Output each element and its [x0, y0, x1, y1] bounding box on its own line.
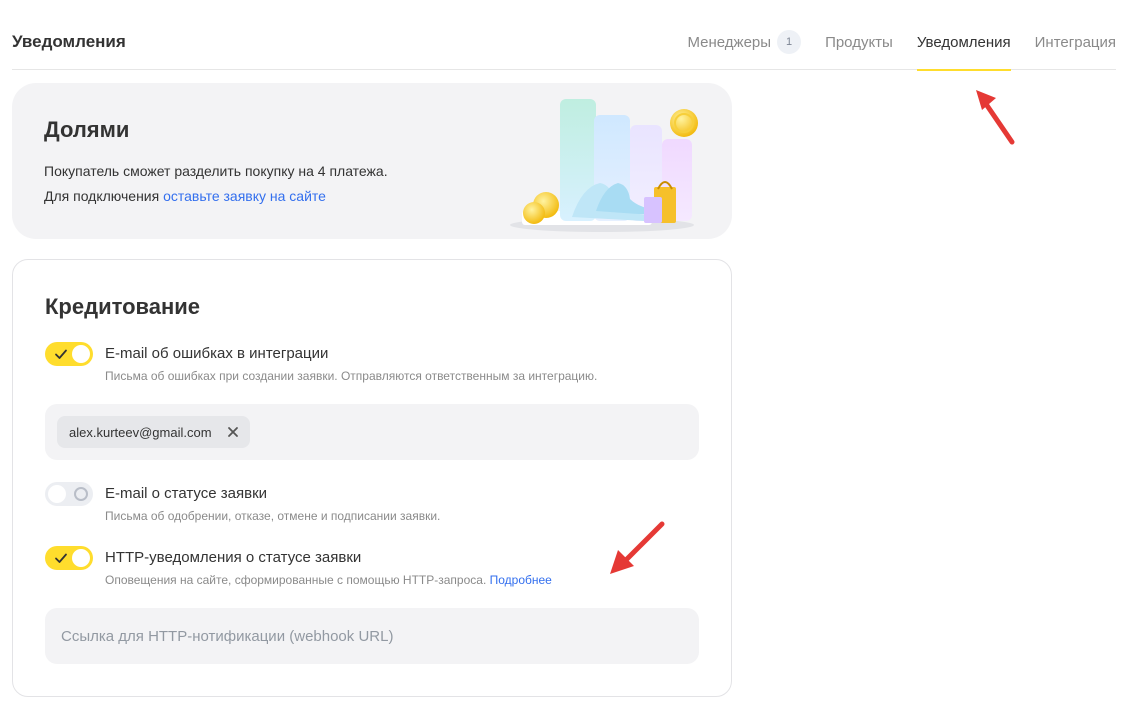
setting-description: Письма об ошибках при создании заявки. О… [105, 369, 598, 383]
page-title: Уведомления [12, 32, 126, 51]
apply-on-site-link[interactable]: оставьте заявку на сайте [163, 188, 326, 204]
annotation-arrow-icon [610, 521, 665, 574]
email-chip: alex.kurteev@gmail.com [57, 416, 250, 448]
more-info-link[interactable]: Подробнее [490, 573, 552, 587]
toggle-knob [72, 345, 90, 363]
tab-integration[interactable]: Интеграция [1035, 0, 1116, 70]
tab-notifications[interactable]: Уведомления [916, 0, 1011, 71]
promo-description: Покупатель сможет разделить покупку на 4… [44, 163, 388, 179]
tab-products[interactable]: Продукты [825, 0, 893, 70]
setting-label: E-mail о статусе заявки [105, 485, 268, 502]
toggle-knob [48, 485, 66, 503]
recipients-field[interactable]: alex.kurteev@gmail.com [45, 404, 699, 460]
annotation-arrow-icon [976, 90, 1015, 145]
tab-products-label: Продукты [825, 34, 893, 51]
tabs: Менеджеры 1 Продукты Уведомления Интегра… [664, 0, 1116, 71]
check-icon [55, 553, 67, 563]
webhook-url-placeholder: Ссылка для HTTP-нотификации (webhook URL… [61, 628, 394, 645]
promo-connect-line: Для подключения оставьте заявку на сайте [44, 188, 326, 204]
credit-notifications-card: Кредитование E-mail об ошибках в интегра… [12, 259, 732, 697]
promo-title: Долями [44, 117, 130, 142]
setting-label: HTTP-уведомления о статусе заявки [105, 549, 362, 566]
setting-description: Оповещения на сайте, сформированные с по… [105, 573, 552, 587]
promo-connect-prefix: Для подключения [44, 188, 164, 204]
header: Уведомления Менеджеры 1 Продукты Уведомл… [12, 0, 1116, 71]
credit-title: Кредитование [45, 294, 201, 319]
tab-notifications-label: Уведомления [916, 34, 1011, 51]
check-icon [55, 349, 67, 359]
http-notifications-toggle[interactable] [45, 546, 93, 570]
email-chip-label: alex.kurteev@gmail.com [69, 424, 212, 440]
toggle-off-icon [74, 487, 88, 501]
webhook-url-input[interactable]: Ссылка для HTTP-нотификации (webhook URL… [45, 608, 699, 664]
integration-errors-toggle[interactable] [45, 342, 93, 366]
managers-count-badge: 1 [777, 30, 802, 54]
promo-illustration [510, 99, 698, 232]
toggle-knob [72, 549, 90, 567]
tab-managers-label: Менеджеры [687, 34, 772, 51]
status-email-toggle[interactable] [45, 482, 93, 506]
close-icon[interactable] [226, 425, 240, 439]
dolyami-promo-card: Долями Покупатель сможет разделить покуп… [12, 83, 732, 239]
tab-managers[interactable]: Менеджеры 1 [688, 0, 802, 70]
tab-integration-label: Интеграция [1034, 34, 1116, 51]
setting-label: E-mail об ошибках в интеграции [105, 345, 329, 362]
setting-description: Письма об одобрении, отказе, отмене и по… [105, 509, 441, 523]
setting-description-text: Оповещения на сайте, сформированные с по… [105, 573, 487, 587]
notifications-page: Уведомления Менеджеры 1 Продукты Уведомл… [0, 0, 1141, 704]
